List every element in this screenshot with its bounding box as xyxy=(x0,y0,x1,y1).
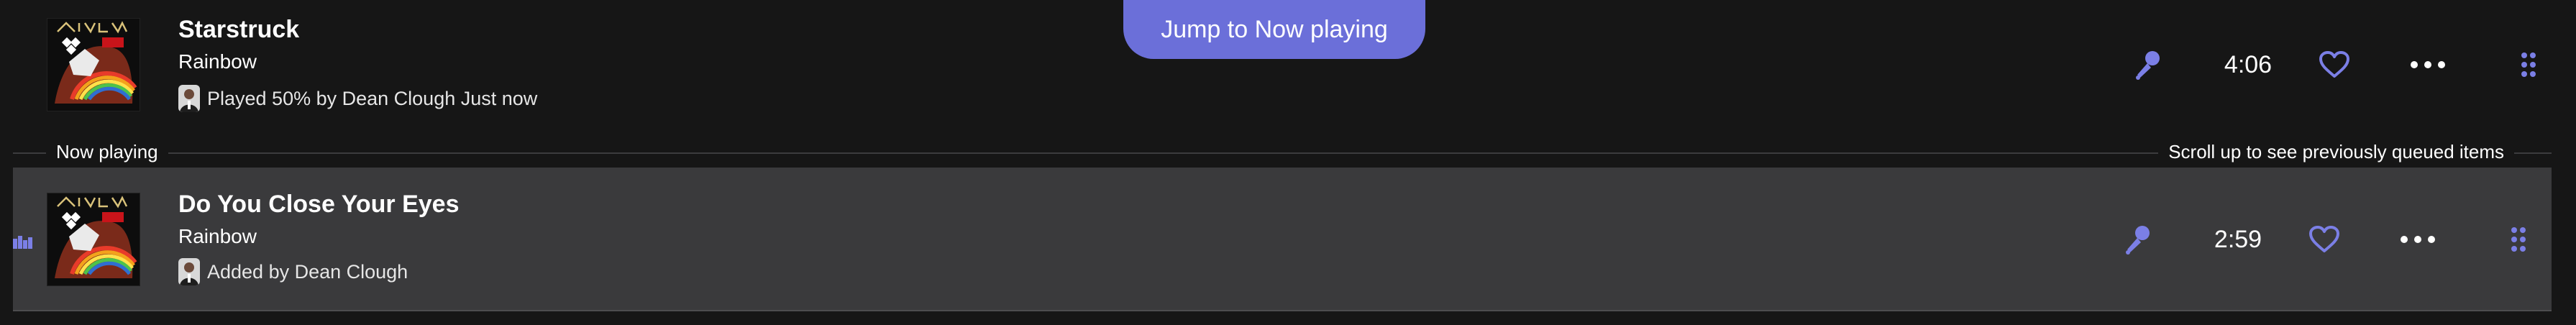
track-duration: 4:06 xyxy=(2224,50,2273,78)
track-title[interactable]: Starstruck xyxy=(178,16,299,44)
track-duration: 2:59 xyxy=(2214,225,2262,253)
more-options-icon[interactable] xyxy=(2396,218,2439,261)
microphone-icon[interactable] xyxy=(2126,43,2169,86)
track-meta: Played 50% by Dean Clough Just now xyxy=(178,85,537,112)
album-art xyxy=(47,193,140,285)
track-meta: Added by Dean Clough xyxy=(178,258,408,285)
queue-item-current[interactable]: Do You Close Your Eyes Rainbow Added by … xyxy=(13,168,2552,311)
track-artist[interactable]: Rainbow xyxy=(178,225,257,248)
now-playing-label: Now playing xyxy=(46,141,168,163)
avatar xyxy=(178,258,200,285)
jump-to-now-playing-button[interactable]: Jump to Now playing xyxy=(1123,0,1425,59)
heart-icon[interactable] xyxy=(2303,218,2346,261)
microphone-icon[interactable] xyxy=(2116,218,2159,261)
played-by-text: Played 50% by Dean Clough Just now xyxy=(207,87,538,109)
track-artist[interactable]: Rainbow xyxy=(178,50,257,73)
track-title[interactable]: Do You Close Your Eyes xyxy=(178,191,460,219)
drag-handle-icon[interactable] xyxy=(2497,218,2540,261)
added-by-text: Added by Dean Clough xyxy=(207,260,408,283)
more-options-icon[interactable] xyxy=(2406,43,2449,86)
now-playing-bars-icon xyxy=(13,233,33,249)
row-border xyxy=(13,310,2552,311)
album-art xyxy=(47,19,140,111)
heart-icon[interactable] xyxy=(2313,43,2356,86)
scroll-hint-label: Scroll up to see previously queued items xyxy=(2158,141,2514,163)
drag-handle-icon[interactable] xyxy=(2507,43,2550,86)
avatar xyxy=(178,85,200,112)
